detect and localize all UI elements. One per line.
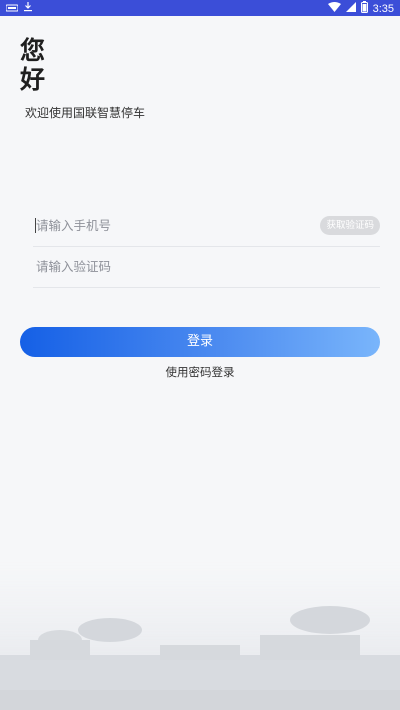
status-bar: 3:35 <box>0 0 400 16</box>
status-time: 3:35 <box>372 2 394 15</box>
phone-field: 获取验证码 <box>33 206 380 247</box>
code-field <box>33 247 380 288</box>
status-left <box>5 2 32 15</box>
login-button[interactable]: 登录 <box>20 327 380 357</box>
get-code-button[interactable]: 获取验证码 <box>320 216 380 235</box>
status-right: 3:35 <box>327 1 394 16</box>
download-icon <box>24 2 32 15</box>
password-login-link[interactable]: 使用密码登录 <box>0 364 400 380</box>
background-scenery <box>0 560 400 710</box>
notification-icon <box>5 3 19 15</box>
wifi-icon <box>327 2 341 15</box>
code-input[interactable] <box>36 255 316 277</box>
battery-icon <box>360 1 368 16</box>
signal-icon <box>345 2 356 15</box>
welcome-text: 欢迎使用国联智慧停车 <box>25 106 146 120</box>
greeting-title: 您好 <box>20 36 46 94</box>
phone-input[interactable] <box>36 214 316 236</box>
